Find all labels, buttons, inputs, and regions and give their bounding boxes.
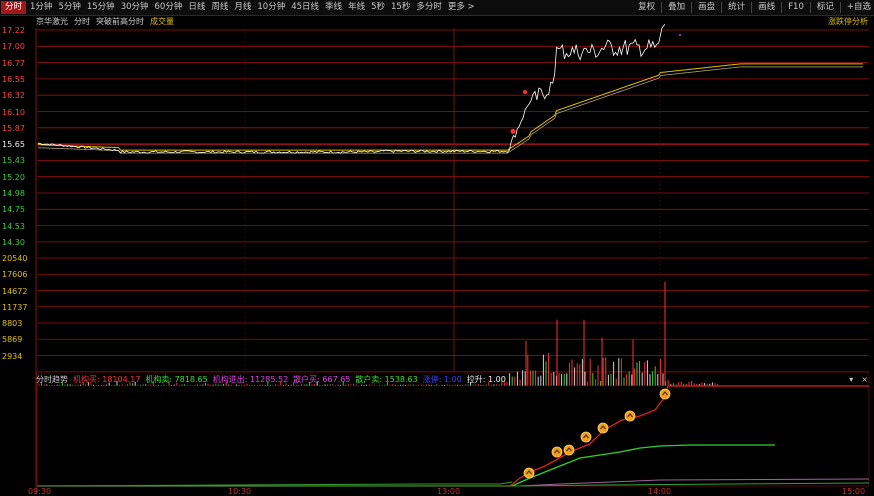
intraday-chart[interactable] xyxy=(0,0,874,494)
signal-icon xyxy=(597,422,609,434)
indicator-value: 拉升: 1.00 xyxy=(466,375,506,384)
secondary-average-line xyxy=(37,66,863,154)
close-icon[interactable]: × xyxy=(861,374,868,386)
collapse-icon[interactable]: ▾ xyxy=(849,374,853,386)
indicator-header: 分时趋势 机构买: 18104.17 机构卖: 7818.65 机构进出: 1128… xyxy=(36,374,506,386)
indicator-panel xyxy=(36,371,870,487)
institution-buy-line xyxy=(37,385,869,487)
signal-icon xyxy=(580,431,592,443)
signal-icon xyxy=(624,410,636,422)
average-price-line xyxy=(37,63,863,151)
indicator-value: 机构买: 18104.17 xyxy=(73,375,141,384)
indicator-value: 涨停: 1.00 xyxy=(422,375,462,384)
time-tick-label: 09:30 xyxy=(28,487,52,496)
indicator-value: 机构卖: 7818.65 xyxy=(145,375,208,384)
indicator-value: 机构进出: 11285.52 xyxy=(212,375,289,384)
indicator-controls: ▾ × xyxy=(849,374,868,386)
indicator-value: 散户卖: 1538.63 xyxy=(355,375,418,384)
signal-icon xyxy=(523,467,535,479)
buy-signal-marker xyxy=(510,128,516,134)
time-tick-label: 14:00 xyxy=(648,487,672,496)
time-tick-label: 13:00 xyxy=(437,487,461,496)
time-tick-label: 15:00 xyxy=(842,487,866,496)
buy-signal-marker xyxy=(523,89,527,94)
indicator-name[interactable]: 分时趋势 xyxy=(36,374,68,386)
signal-icon xyxy=(659,388,671,400)
signal-icon xyxy=(551,446,563,458)
price-line xyxy=(37,23,666,154)
signal-icon xyxy=(563,444,575,456)
limit-marker xyxy=(679,34,681,36)
time-tick-label: 10:30 xyxy=(228,487,252,496)
indicator-value: 散户买: 667.65 xyxy=(293,375,351,384)
